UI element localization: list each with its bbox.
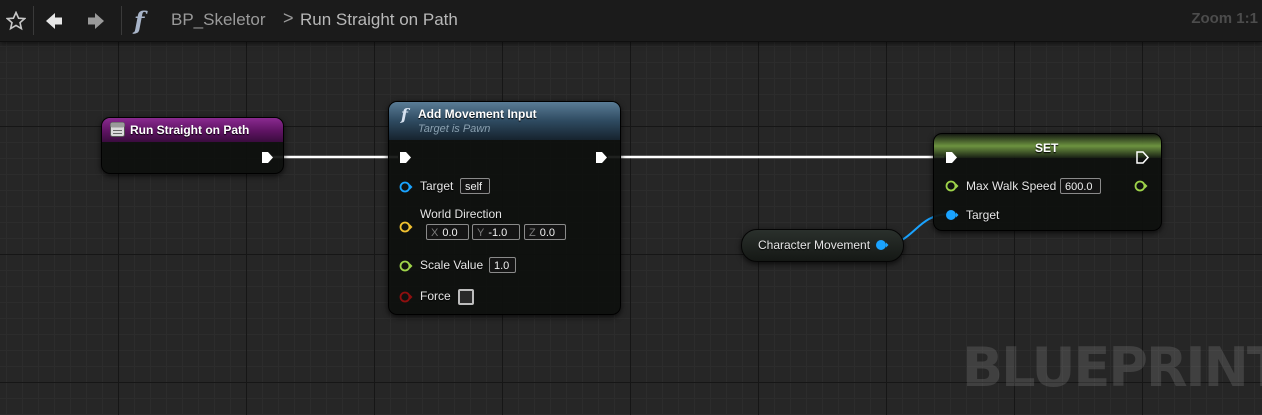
target-object-pin-icon[interactable]: [399, 181, 413, 193]
set-target-object-pin-icon[interactable]: [945, 209, 959, 221]
exec-output-pin-icon[interactable]: [261, 151, 274, 164]
exec-input-pin-icon[interactable]: [945, 151, 958, 164]
target-pin-label: Target: [420, 179, 454, 193]
character-movement-label: Character Movement: [758, 238, 871, 252]
function-node-icon: f: [401, 105, 408, 124]
world-direction-z-field[interactable]: Z 0.0: [524, 224, 566, 240]
max-walk-speed-input-pin-icon[interactable]: [945, 180, 959, 192]
scale-value-field[interactable]: 1.0: [489, 257, 516, 273]
variable-node-character-movement[interactable]: Character Movement: [741, 229, 904, 262]
target-self-field: self: [460, 178, 490, 194]
x-value: 0.0: [442, 227, 458, 239]
scale-value-float-pin-icon[interactable]: [399, 260, 413, 272]
y-value: -1.0: [488, 227, 508, 239]
set-node-title: SET: [1035, 141, 1059, 155]
z-axis-label: Z: [529, 227, 536, 239]
x-axis-label: X: [431, 227, 439, 239]
force-bool-pin-icon[interactable]: [399, 291, 413, 303]
force-pin-label: Force: [420, 289, 451, 303]
function-node-subtitle: Target is Pawn: [418, 123, 491, 135]
y-axis-label: Y: [477, 227, 485, 239]
event-node-title: Run Straight on Path: [130, 123, 250, 137]
character-movement-output-pin-icon[interactable]: [875, 239, 889, 251]
function-node-header: f Add Movement Input Target is Pawn: [389, 102, 620, 140]
scale-value-pin-label: Scale Value: [420, 258, 484, 272]
set-node[interactable]: SET Max Walk Speed 600.0 Target: [933, 133, 1162, 231]
set-node-header: SET: [934, 134, 1161, 158]
exec-output-pin-icon[interactable]: [1136, 151, 1150, 164]
function-node-title: Add Movement Input: [418, 107, 537, 121]
function-node-add-movement-input[interactable]: f Add Movement Input Target is Pawn Targ…: [388, 101, 621, 315]
force-checkbox[interactable]: [458, 289, 474, 305]
exec-input-pin-icon[interactable]: [399, 151, 412, 164]
z-value: 0.0: [539, 227, 556, 239]
world-direction-x-field[interactable]: X 0.0: [426, 224, 469, 240]
exec-output-pin-icon[interactable]: [595, 151, 608, 164]
max-walk-speed-field[interactable]: 600.0: [1060, 178, 1101, 194]
event-node-run-straight-on-path[interactable]: Run Straight on Path: [101, 117, 284, 174]
world-direction-y-field[interactable]: Y -1.0: [472, 224, 520, 240]
event-node-header: Run Straight on Path: [102, 118, 283, 142]
custom-event-icon: [110, 122, 125, 137]
set-target-pin-label: Target: [966, 208, 1000, 222]
max-walk-speed-output-pin-icon[interactable]: [1134, 180, 1148, 192]
world-direction-pin-label: World Direction: [420, 207, 502, 221]
world-direction-vector-pin-icon[interactable]: [399, 221, 413, 233]
max-walk-speed-pin-label: Max Walk Speed: [966, 179, 1057, 193]
